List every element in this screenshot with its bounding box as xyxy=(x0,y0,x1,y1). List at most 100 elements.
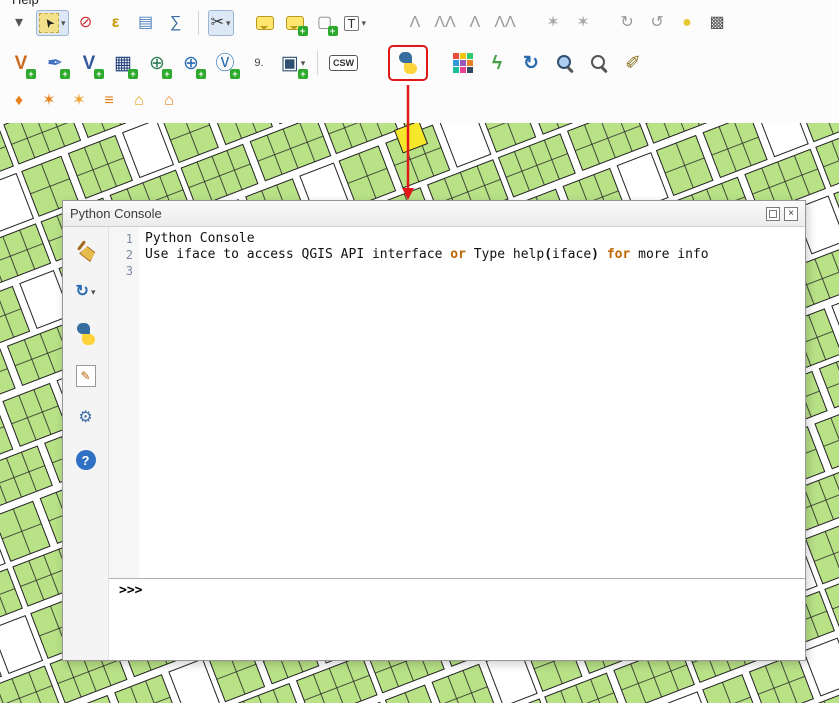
menu-help[interactable]: Help xyxy=(12,0,39,7)
add-vector-layer-button[interactable]: V+ xyxy=(6,47,36,79)
show-editor-button[interactable]: ✎ xyxy=(73,363,99,389)
console-title-bar[interactable]: Python Console × xyxy=(63,201,805,227)
orange-tool-1[interactable]: ♦ xyxy=(6,88,32,114)
profile-icon: ΛΛ xyxy=(434,15,455,31)
sparkle-icon: ✶ xyxy=(546,15,559,31)
search-icon xyxy=(590,54,608,72)
profile-tool-4[interactable]: ΛΛ xyxy=(492,10,518,36)
help-button[interactable]: ? xyxy=(73,447,99,473)
console-line xyxy=(145,263,799,279)
orange-tool-5[interactable]: ⌂ xyxy=(126,88,152,114)
plus-badge: + xyxy=(60,69,70,79)
measure-tool[interactable]: ✂▾ xyxy=(208,10,234,36)
add-spatialite-layer-button[interactable]: ▦+ xyxy=(108,47,138,79)
layer-grid-tool[interactable]: ▩ xyxy=(704,10,730,36)
plus-badge: + xyxy=(298,26,308,36)
clear-console-button[interactable] xyxy=(73,237,99,263)
colored-grid-plugin-button[interactable] xyxy=(448,47,478,79)
import-class-button[interactable]: ↻▾ xyxy=(73,279,99,305)
add-raster-layer-button[interactable]: ✒+ xyxy=(40,47,70,79)
reload-plugin-button[interactable]: ↻ xyxy=(516,47,546,79)
float-button[interactable] xyxy=(766,207,780,221)
reload-icon: ↻ xyxy=(523,54,539,73)
spark-icon: ✶ xyxy=(72,93,85,109)
epsilon-icon: ε xyxy=(112,15,120,31)
console-line: Python Console xyxy=(145,231,799,247)
bucket-icon: ⌂ xyxy=(164,93,174,109)
add-virtual-layer-button[interactable]: ▣+▾ xyxy=(278,47,308,79)
chip-icon: ▣ xyxy=(281,54,299,73)
profile-icon: Λ xyxy=(470,15,481,31)
plug-plugin-button[interactable]: ϟ xyxy=(482,47,512,79)
rotate-ccw-icon: ↺ xyxy=(650,15,663,31)
metasearch-csw-button[interactable]: CSW xyxy=(327,47,360,79)
zoom-plugin-button[interactable] xyxy=(550,47,580,79)
map-tips-button[interactable] xyxy=(252,10,278,36)
options-button[interactable]: ⚙ xyxy=(73,405,99,431)
orange-tool-4[interactable]: ≡ xyxy=(96,88,122,114)
attributes-toolbar: ▾➤▾⊘ε▤∑✂▾+▢+T▾ΛΛΛΛΛΛ✶✶↻↺●▩ xyxy=(0,6,839,40)
line-number: 1 xyxy=(109,231,139,247)
select-by-expression-tool[interactable]: ε xyxy=(103,10,129,36)
plus-badge: + xyxy=(230,69,240,79)
chevron-down-icon: ▾ xyxy=(91,287,96,298)
new-annotation-button[interactable]: + xyxy=(282,10,308,36)
bucket-icon: ⌂ xyxy=(134,93,144,109)
close-button[interactable]: × xyxy=(784,207,798,221)
profile-tool-3[interactable]: Λ xyxy=(462,10,488,36)
colored-grid-icon xyxy=(453,53,473,73)
droplet-icon: ♦ xyxy=(15,93,23,109)
rotate-tool-1[interactable]: ↻ xyxy=(614,10,640,36)
chevron-down-icon: ▾ xyxy=(361,18,366,29)
plus-badge: + xyxy=(128,69,138,79)
light-tool-1[interactable]: ✶ xyxy=(540,10,566,36)
wand-plugin-button[interactable]: ✐ xyxy=(618,47,648,79)
add-oracle-layer-button[interactable]: 9. xyxy=(244,47,274,79)
select-features-tool[interactable]: ➤▾ xyxy=(36,10,69,36)
add-postgis-layer-button[interactable]: V+ xyxy=(74,47,104,79)
light-tool-2[interactable]: ✶ xyxy=(570,10,596,36)
qgis-window: Help ▾➤▾⊘ε▤∑✂▾+▢+T▾ΛΛΛΛΛΛ✶✶↻↺●▩ V+✒+V+▦+… xyxy=(0,0,839,703)
console-output[interactable]: 123 Python ConsoleUse iface to access QG… xyxy=(109,227,805,578)
wand-icon: ✐ xyxy=(625,54,641,73)
plus-badge: + xyxy=(298,69,308,79)
menu-bar: Help xyxy=(12,0,39,7)
console-toolbar: ↻▾ ✎ ⚙? xyxy=(63,227,109,660)
toolbar-area: Help ▾➤▾⊘ε▤∑✂▾+▢+T▾ΛΛΛΛΛΛ✶✶↻↺●▩ V+✒+V+▦+… xyxy=(0,0,839,123)
rotate-tool-2[interactable]: ↺ xyxy=(644,10,670,36)
window-controls: × xyxy=(766,207,798,221)
open-attribute-table-button[interactable]: ▤ xyxy=(133,10,159,36)
plugins-toolbar: V+✒+V+▦+⊕+⊕+Ⓥ+9.▣+▾CSWϟ↻✐ xyxy=(0,43,839,83)
search-plugin-button[interactable] xyxy=(584,47,614,79)
help-icon: ? xyxy=(76,450,96,470)
run-command-button[interactable] xyxy=(73,321,99,347)
console-input[interactable]: >>> xyxy=(109,578,805,660)
add-wms-layer-button[interactable]: ⊕+ xyxy=(142,47,172,79)
sun-tool[interactable]: ● xyxy=(674,10,700,36)
speech-bubble-icon xyxy=(256,16,274,30)
orange-tool-3[interactable]: ✶ xyxy=(66,88,92,114)
profile-tool-2[interactable]: ΛΛ xyxy=(432,10,458,36)
csw-icon: CSW xyxy=(329,55,358,71)
toolbar-separator xyxy=(198,11,199,35)
sigma-icon: ∑ xyxy=(170,15,181,31)
console-line: Use iface to access QGIS API interface o… xyxy=(145,247,799,263)
toolbar-overflow-chevron[interactable]: ▾ xyxy=(6,10,32,36)
orange-tool-2[interactable]: ✶ xyxy=(36,88,62,114)
table-icon: ▤ xyxy=(138,15,153,31)
console-title: Python Console xyxy=(70,206,162,221)
add-wcs-layer-button[interactable]: ⊕+ xyxy=(176,47,206,79)
sparkle-icon: ✶ xyxy=(576,15,589,31)
toolbar-separator xyxy=(317,51,318,75)
profile-tool-1[interactable]: Λ xyxy=(402,10,428,36)
orange-tool-6[interactable]: ⌂ xyxy=(156,88,182,114)
python-icon xyxy=(75,323,97,345)
text-icon: T xyxy=(344,16,360,31)
add-wfs-layer-button[interactable]: Ⓥ+ xyxy=(210,47,240,79)
python-console-tool[interactable] xyxy=(390,47,426,79)
deselect-features-tool[interactable]: ⊘ xyxy=(73,10,99,36)
statistical-summary-button[interactable]: ∑ xyxy=(163,10,189,36)
measure-icon: ✂ xyxy=(211,15,224,31)
text-annotation-button[interactable]: T▾ xyxy=(342,10,368,36)
new-form-annotation-button[interactable]: ▢+ xyxy=(312,10,338,36)
